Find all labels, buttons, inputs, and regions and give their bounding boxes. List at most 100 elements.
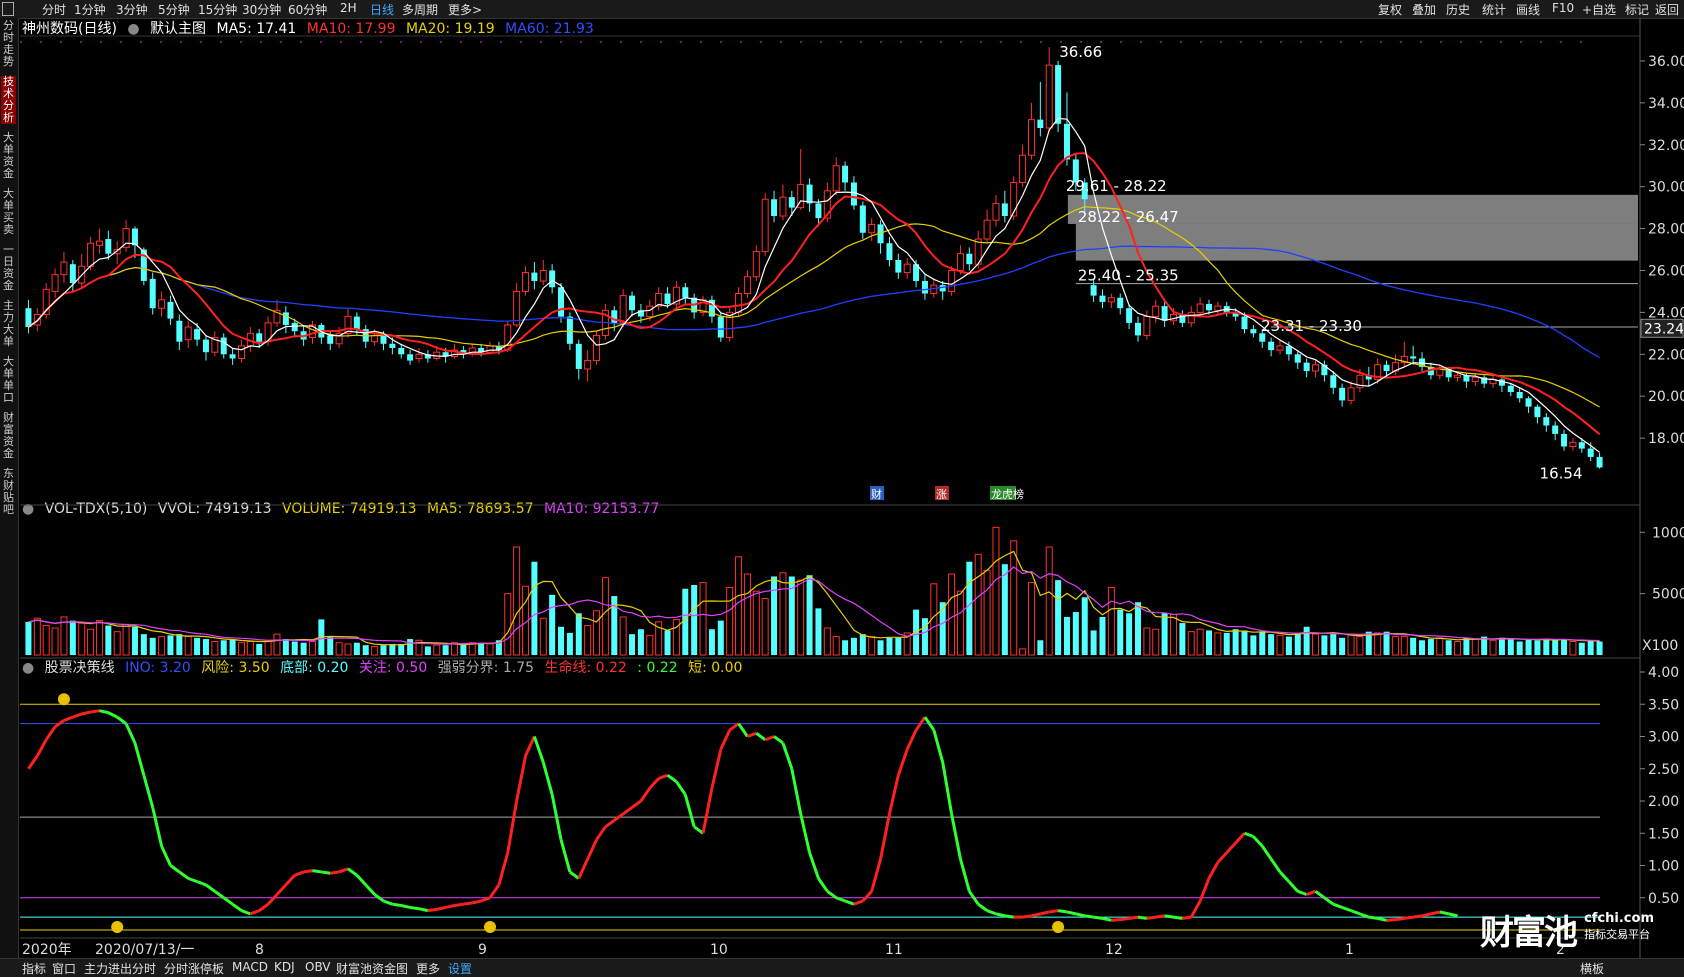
indicator-segment xyxy=(790,768,803,815)
candle-body-up xyxy=(761,198,769,253)
volume-unit-label: X100 xyxy=(1642,638,1678,654)
indicator-segment xyxy=(1182,915,1192,920)
bottom-tab-4[interactable]: MACD xyxy=(232,960,268,974)
candle-body-down xyxy=(327,335,334,344)
volume-bar-up xyxy=(1152,628,1160,656)
candle-body-up xyxy=(593,334,601,362)
x-axis-label: 11 xyxy=(885,942,903,958)
indicator-segment xyxy=(844,899,855,906)
indicator-segment xyxy=(622,806,633,816)
volume-bar-down xyxy=(895,637,902,655)
ma5-line xyxy=(28,117,1600,453)
price-tick-label: 34.00 xyxy=(1648,96,1684,112)
candle-body-down xyxy=(558,287,565,317)
volume-bar-up xyxy=(1169,614,1177,656)
volume-bar-up xyxy=(371,645,379,656)
volume-bar-up xyxy=(948,573,956,656)
volume-bar-down xyxy=(1134,602,1141,655)
volume-bar-down xyxy=(1463,637,1470,655)
low-price-label: 16.54 xyxy=(1540,465,1583,483)
volume-bar-down xyxy=(1179,623,1186,655)
price-tick-label: 36.00 xyxy=(1648,54,1684,70)
volume-bar-up xyxy=(1045,546,1053,656)
indicator-segment xyxy=(977,902,988,912)
bottom-tab-1[interactable]: 窗口 xyxy=(52,960,76,977)
indicator-segment xyxy=(559,839,572,873)
candle-body-down xyxy=(1090,285,1097,296)
indicator-segment xyxy=(303,869,313,874)
volume-tick-label: 10000 xyxy=(1652,525,1684,541)
candle-body-down xyxy=(886,243,893,260)
stock-chart[interactable]: 36.0034.0032.0030.0028.0026.0024.0022.00… xyxy=(0,0,1684,976)
indicator-segment xyxy=(321,870,331,875)
indicator-segment xyxy=(1128,915,1139,920)
indicator-segment xyxy=(950,813,962,860)
indicator-segment xyxy=(364,883,376,896)
bottom-tab-3[interactable]: 分时涨停板 xyxy=(164,960,224,977)
indicator-segment xyxy=(1040,910,1050,916)
candle-body-down xyxy=(1241,316,1248,330)
volume-bar-down xyxy=(549,594,556,655)
volume-bar-up xyxy=(1276,634,1284,656)
indicator-segment xyxy=(1395,916,1405,922)
candle-body-up xyxy=(1019,154,1027,183)
volume-bar-down xyxy=(362,645,369,655)
bottom-tab-6[interactable]: OBV xyxy=(305,960,331,974)
volume-bar-down xyxy=(1090,630,1097,655)
volume-bar-up xyxy=(51,627,59,656)
indicator-segment xyxy=(1022,914,1032,919)
indicator-segment xyxy=(488,883,501,899)
volume-bar-up xyxy=(1400,636,1408,656)
volume-bar-up xyxy=(433,644,441,656)
indicator-segment xyxy=(1386,918,1396,922)
indicator-segment xyxy=(719,729,732,751)
volume-bar-down xyxy=(256,643,263,655)
candle-body-down xyxy=(859,205,866,233)
candle-body-up xyxy=(992,202,1000,221)
volume-bar-up xyxy=(513,546,521,656)
bottom-tab-8[interactable]: 更多 xyxy=(416,960,440,977)
candle-body-down xyxy=(202,339,209,353)
candle-body-down xyxy=(771,199,778,216)
volume-bar-up xyxy=(1143,627,1151,656)
candle-body-down xyxy=(229,354,236,359)
volume-bar-up xyxy=(211,641,219,656)
candle-body-up xyxy=(948,269,956,292)
indicator-segment xyxy=(853,899,864,906)
bottom-tab-5[interactable]: KDJ xyxy=(274,960,295,974)
volume-bar-down xyxy=(202,639,209,655)
indicator-segment xyxy=(1368,915,1378,920)
indicator-segment xyxy=(284,874,296,886)
volume-bar-up xyxy=(184,636,192,656)
gap-label-2: 28.22 - 26.47 xyxy=(1078,208,1179,226)
bottom-tab-7[interactable]: 财富池资金图 xyxy=(336,960,408,977)
indicator-segment xyxy=(63,715,74,722)
watermark-logo: 财富池 cfchi.com 指标交易平台 xyxy=(1480,905,1654,954)
indicator-segment xyxy=(205,883,216,893)
indicator-segment xyxy=(817,877,829,893)
indicator-segment xyxy=(728,722,740,732)
indicator-segment xyxy=(249,909,260,916)
volume-bar-down xyxy=(149,637,156,655)
indicator-segment xyxy=(72,712,83,719)
candle-body-down xyxy=(1037,119,1044,128)
volume-bar-down xyxy=(708,629,715,655)
price-tick-label: 30.00 xyxy=(1648,180,1684,196)
volume-bar-down xyxy=(1037,640,1044,655)
bottom-tab-0[interactable]: 指标 xyxy=(22,960,46,977)
price-tick-label: 20.00 xyxy=(1648,389,1684,405)
frown-icon xyxy=(57,693,70,706)
bottom-tab-2[interactable]: 主力进出分时 xyxy=(84,960,156,977)
candle-body-down xyxy=(717,316,724,338)
bottom-right-toggle[interactable]: 横板 xyxy=(1580,960,1604,977)
indicator-segment xyxy=(675,780,687,796)
bottom-tab-9[interactable]: 设置 xyxy=(448,960,472,977)
volume-bar-up xyxy=(308,641,316,656)
candle-body-down xyxy=(131,228,138,246)
volume-bar-down xyxy=(176,634,183,655)
candle-body-up xyxy=(1045,64,1053,129)
candle-body-up xyxy=(1107,297,1115,303)
volume-bar-down xyxy=(380,645,387,655)
candle-body-up xyxy=(1471,376,1479,383)
candle-body-down xyxy=(25,308,32,328)
